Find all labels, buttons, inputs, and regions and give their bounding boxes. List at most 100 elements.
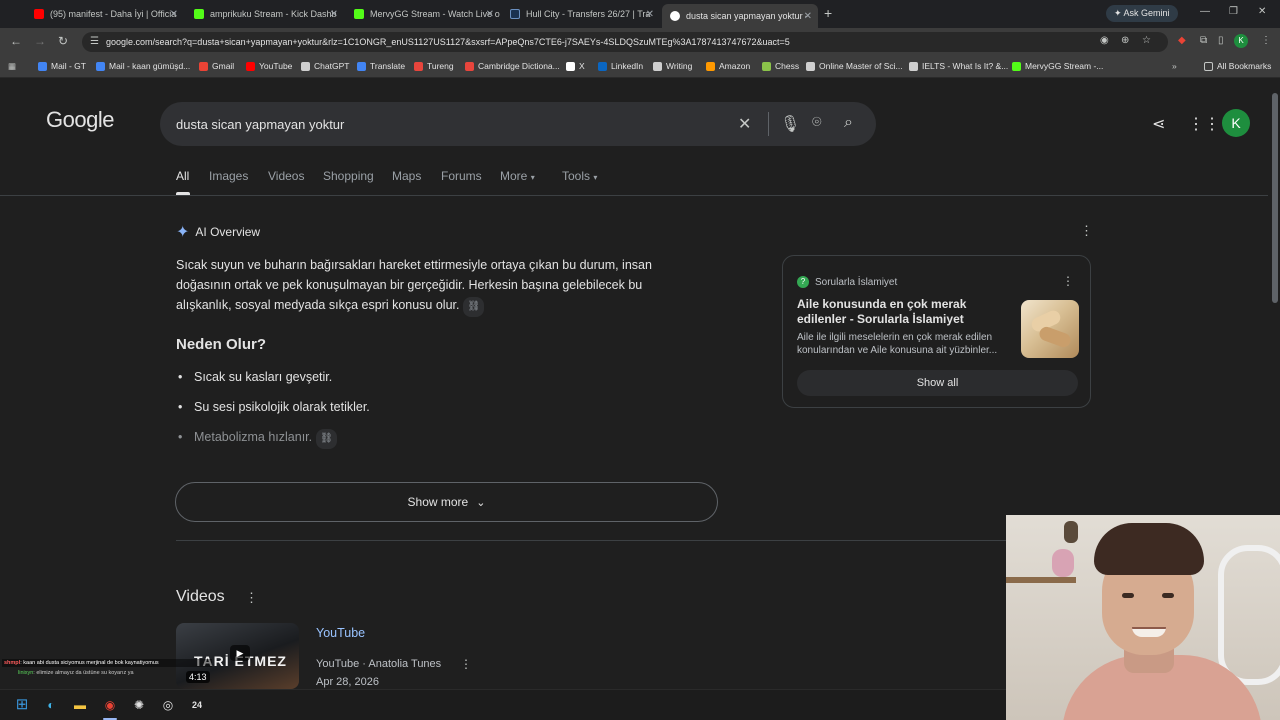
bookmark-icon [653,61,662,71]
account-avatar[interactable]: K [1222,109,1250,137]
bookmark-ielts[interactable]: IELTS - What Is It? &... [909,61,1008,71]
browser-tab-kick[interactable]: amprikuku Stream - Kick Dashb ✕ [186,4,344,24]
ask-gemini-button[interactable]: ✦ Ask Gemini [1106,5,1178,22]
scrollbar-thumb[interactable] [1272,93,1278,303]
zoom-icon[interactable]: ⊕ [1121,35,1129,46]
bookmark-gmail[interactable]: Gmail [199,61,234,71]
show-all-button[interactable]: Show all [797,370,1078,396]
card-menu-icon[interactable]: ⋮ [1062,274,1074,288]
bookmark-label: Cambridge Dictiona... [478,61,560,71]
chatgpt-icon[interactable]: ✺ [131,697,147,713]
bookmark-mail-kaan[interactable]: Mail - kaan gümüşd... [96,61,190,71]
videos-menu-icon[interactable]: ⋮ [245,590,258,606]
tab-forums[interactable]: Forums [441,169,482,183]
obs-icon[interactable]: ◎ [160,697,176,713]
extensions-puzzle-icon[interactable]: ⧉ [1200,35,1207,46]
tab-tools[interactable]: Tools ▾ [562,169,597,183]
bookmark-linkedin[interactable]: LinkedIn [598,61,643,71]
ai-source-card[interactable]: ? Sorularla İslamiyet ⋮ Aile konusunda e… [782,255,1091,408]
video-title-link[interactable]: YouTube [316,626,365,640]
all-bookmarks-folder[interactable]: All Bookmarks [1204,61,1271,71]
edge-icon[interactable]: ◐ [43,697,59,713]
clear-search-icon[interactable]: ✕ [738,114,751,134]
bookmark-star-icon[interactable]: ☆ [1142,35,1151,46]
browser-tab-transfermarkt[interactable]: Hull City - Transfers 26/27 | Tra ✕ [502,4,660,24]
source-title[interactable]: Aile konusunda en çok merak edilenler - … [797,297,1011,327]
source-site-name: Sorularla İslamiyet [815,276,898,288]
source-thumbnail[interactable] [1021,300,1079,358]
close-window-icon[interactable]: ✕ [1258,6,1266,17]
extension-icon[interactable]: ◆ [1178,35,1186,46]
citation-link-icon[interactable]: ⛓ [316,429,337,449]
location-icon[interactable]: ◉ [1100,35,1109,46]
bookmark-cambridge[interactable]: Cambridge Dictiona... [465,61,560,71]
tab-images[interactable]: Images [209,169,248,183]
maximize-icon[interactable]: ❐ [1229,6,1238,17]
search-icon[interactable]: ⌕ [844,114,853,132]
dropdown-arrow-icon: ▾ [593,173,598,182]
tab-more[interactable]: More ▾ [500,169,535,183]
bookmark-icon [706,61,715,71]
site-info-icon[interactable]: ☰ [90,36,99,47]
browser-tab-google-search[interactable]: dusta sican yapmayan yoktur - ✕ [662,4,818,28]
address-bar[interactable]: ☰ google.com/search?q=dusta+sican+yapmay… [82,32,1168,52]
bookmark-mervygg[interactable]: MervyGG Stream -... [1012,61,1103,71]
google-apps-icon[interactable]: ⋮⋮ [1188,114,1220,134]
bookmark-translate[interactable]: Translate [357,61,405,71]
ai-overview-bullet-list: Sıcak su kasları gevşetir. Su sesi psiko… [176,367,370,457]
side-panel-icon[interactable]: ▯ [1218,35,1224,46]
tabs-divider [0,195,1268,196]
more-bookmarks-icon[interactable]: » [1172,61,1177,71]
bookmark-x[interactable]: X [566,61,585,71]
close-tab-icon[interactable]: ✕ [646,9,654,20]
minimize-icon[interactable]: — [1200,6,1210,17]
bookmark-online-master[interactable]: Online Master of Sci... [806,61,903,71]
ai-overview-menu-icon[interactable]: ⋮ [1080,223,1093,239]
app-24-icon[interactable]: 24 [189,697,205,713]
search-box[interactable]: ✕ 🎙︎ ⌾ ⌕ [160,102,876,146]
browser-tab-mervygg[interactable]: MervyGG Stream - Watch Live o ✕ [346,4,500,24]
bookmark-chatgpt[interactable]: ChatGPT [301,61,349,71]
bookmarks-bar: ▦ Mail - GT Mail - kaan gümüşd... Gmail … [0,56,1280,78]
tab-maps[interactable]: Maps [392,169,421,183]
forward-icon[interactable]: → [34,34,46,48]
show-more-button[interactable]: Show more ⌄ [175,482,718,522]
videos-section-title: Videos [176,588,225,605]
browser-profile-avatar[interactable]: K [1234,34,1248,48]
tab-all[interactable]: All [176,169,189,183]
close-tab-icon[interactable]: ✕ [804,11,812,22]
bookmark-amazon[interactable]: Amazon [706,61,750,71]
new-tab-icon[interactable]: + [824,5,832,21]
bookmark-icon [909,61,918,71]
windows-start-icon[interactable]: ⊞ [14,697,30,713]
bookmark-chess[interactable]: Chess [762,61,799,71]
browser-menu-icon[interactable]: ⋮ [1261,35,1271,46]
voice-search-icon[interactable]: 🎙︎ [780,114,800,134]
video-thumbnail[interactable]: TARİ ETMEZ ▶ 4:13 [176,623,299,689]
file-explorer-icon[interactable]: ▬ [72,697,88,713]
bookmark-youtube[interactable]: YouTube [246,61,292,71]
search-input[interactable] [176,115,716,133]
bookmark-icon [199,61,208,71]
tab-videos[interactable]: Videos [268,169,304,183]
bookmark-tureng[interactable]: Tureng [414,61,454,71]
back-icon[interactable]: ← [10,34,22,48]
google-logo[interactable]: Google [46,107,114,133]
close-tab-icon[interactable]: ✕ [486,9,494,20]
bookmark-writing[interactable]: Writing [653,61,692,71]
bookmark-label: Translate [370,61,406,71]
lens-search-icon[interactable]: ⌾ [812,114,822,132]
share-icon[interactable]: ⋖ [1152,114,1165,134]
apps-grid-icon[interactable]: ▦ [8,61,16,72]
tab-shopping[interactable]: Shopping [323,169,374,183]
bookmark-icon [357,61,366,71]
close-tab-icon[interactable]: ✕ [330,9,338,20]
bookmark-mail-gt[interactable]: Mail - GT [38,61,86,71]
browser-tab-youtube[interactable]: (95) manifest - Daha İyi | Officia ✕ [26,4,184,24]
play-icon[interactable]: ▶ [230,645,250,661]
close-tab-icon[interactable]: ✕ [170,9,178,20]
video-more-icon[interactable]: ⋮ [460,657,472,671]
reload-icon[interactable]: ↻ [58,34,68,48]
chrome-icon[interactable]: ◉ [102,697,118,713]
citation-link-icon[interactable]: ⛓ [463,297,485,317]
